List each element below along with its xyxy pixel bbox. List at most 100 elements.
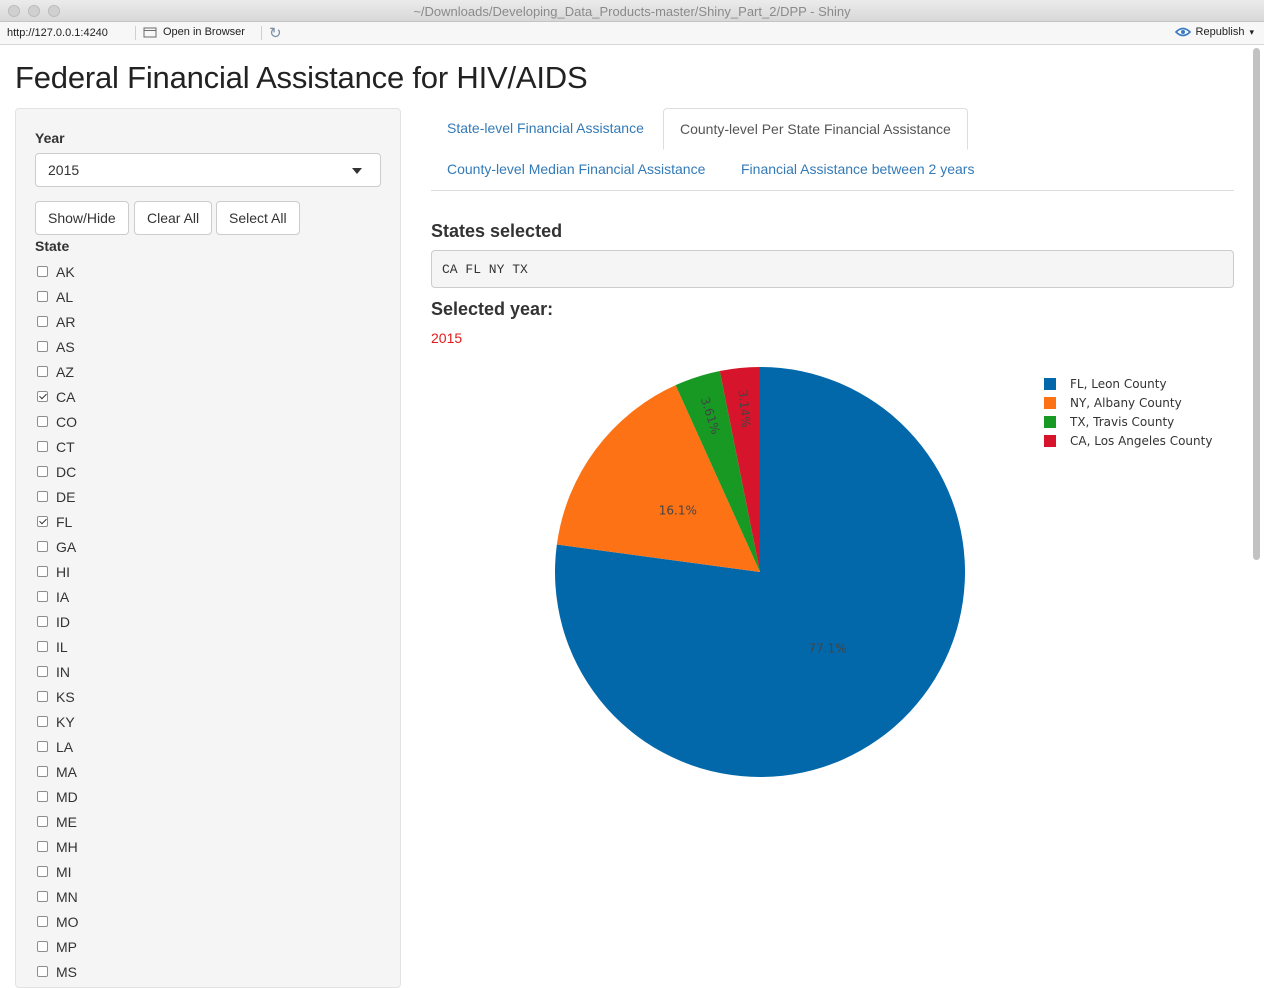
pie-slice-label: 77.1% (808, 642, 846, 656)
state-checkbox[interactable] (37, 516, 48, 527)
state-checkbox-label: FL (56, 513, 73, 530)
state-option-md[interactable]: MD (35, 784, 79, 809)
state-option-in[interactable]: IN (35, 659, 79, 684)
state-checkbox[interactable] (37, 891, 48, 902)
state-checkbox[interactable] (37, 466, 48, 477)
state-option-ky[interactable]: KY (35, 709, 79, 734)
state-option-ia[interactable]: IA (35, 584, 79, 609)
state-option-mn[interactable]: MN (35, 884, 79, 909)
vertical-scrollbar[interactable] (1251, 46, 1262, 972)
state-option-mo[interactable]: MO (35, 909, 79, 934)
selected-year-heading: Selected year: (431, 299, 554, 319)
tab-state-level[interactable]: State-level Financial Assistance (431, 108, 660, 149)
state-checkbox[interactable] (37, 766, 48, 777)
select-all-button[interactable]: Select All (216, 201, 300, 235)
state-label: State (35, 238, 70, 254)
state-checkbox[interactable] (37, 591, 48, 602)
refresh-icon[interactable]: ↻ (269, 24, 282, 42)
state-checkbox-label: AR (56, 313, 76, 330)
states-selected-output: CA FL NY TX (431, 250, 1234, 288)
tab-between-2-years[interactable]: Financial Assistance between 2 years (725, 149, 990, 190)
sidebar-panel: Year 2015 Show/Hide Clear All Select All… (15, 108, 401, 988)
legend-swatch (1044, 434, 1056, 447)
state-checkbox-group: AK AL AR AS AZ CA CO CT DC DE FL GA HI IA ID IL IN KS KY LA… (35, 259, 79, 984)
state-checkbox[interactable] (37, 666, 48, 677)
state-option-ma[interactable]: MA (35, 759, 79, 784)
state-checkbox[interactable] (37, 791, 48, 802)
legend-label: CA, Los Angeles County (1070, 433, 1213, 448)
state-checkbox[interactable] (37, 541, 48, 552)
show-hide-button[interactable]: Show/Hide (35, 201, 129, 235)
state-checkbox[interactable] (37, 266, 48, 277)
state-option-il[interactable]: IL (35, 634, 79, 659)
state-checkbox[interactable] (37, 291, 48, 302)
state-checkbox-label: MI (56, 863, 72, 880)
state-option-ak[interactable]: AK (35, 259, 79, 284)
states-selected-heading: States selected (431, 221, 563, 241)
url-display: http://127.0.0.1:4240 (7, 27, 108, 39)
state-checkbox-label: MN (56, 888, 78, 905)
state-checkbox[interactable] (37, 866, 48, 877)
state-checkbox[interactable] (37, 491, 48, 502)
state-checkbox[interactable] (37, 441, 48, 452)
open-in-browser-button[interactable]: Open in Browser (143, 26, 245, 38)
clear-all-button[interactable]: Clear All (134, 201, 213, 235)
state-checkbox[interactable] (37, 816, 48, 827)
legend-item[interactable]: NY, Albany County (1044, 393, 1212, 412)
state-option-mh[interactable]: MH (35, 834, 79, 859)
state-checkbox[interactable] (37, 916, 48, 927)
state-checkbox-label: MH (56, 838, 78, 855)
state-option-dc[interactable]: DC (35, 459, 79, 484)
state-checkbox-label: MD (56, 788, 78, 805)
state-checkbox[interactable] (37, 841, 48, 852)
state-checkbox-label: MP (56, 938, 77, 955)
state-option-al[interactable]: AL (35, 284, 79, 309)
state-checkbox-label: ME (56, 813, 77, 830)
year-select-value: 2015 (48, 162, 80, 178)
state-option-mp[interactable]: MP (35, 934, 79, 959)
legend-swatch (1044, 415, 1056, 428)
state-checkbox-label: DC (56, 463, 77, 480)
state-checkbox-label: GA (56, 538, 77, 555)
state-checkbox[interactable] (37, 316, 48, 327)
state-checkbox[interactable] (37, 566, 48, 577)
state-checkbox[interactable] (37, 616, 48, 627)
state-option-fl[interactable]: FL (35, 509, 79, 534)
state-checkbox[interactable] (37, 341, 48, 352)
republish-button[interactable]: Republish ▾ (1174, 26, 1254, 38)
legend-item[interactable]: CA, Los Angeles County (1044, 431, 1212, 450)
state-option-co[interactable]: CO (35, 409, 79, 434)
state-checkbox[interactable] (37, 391, 48, 402)
state-option-de[interactable]: DE (35, 484, 79, 509)
state-checkbox[interactable] (37, 716, 48, 727)
state-option-ct[interactable]: CT (35, 434, 79, 459)
legend-item[interactable]: FL, Leon County (1044, 374, 1212, 393)
state-checkbox[interactable] (37, 941, 48, 952)
state-option-hi[interactable]: HI (35, 559, 79, 584)
state-checkbox[interactable] (37, 741, 48, 752)
state-checkbox[interactable] (37, 366, 48, 377)
state-option-ga[interactable]: GA (35, 534, 79, 559)
state-checkbox-label: MA (56, 763, 77, 780)
legend-item[interactable]: TX, Travis County (1044, 412, 1212, 431)
state-option-as[interactable]: AS (35, 334, 79, 359)
state-option-id[interactable]: ID (35, 609, 79, 634)
state-option-me[interactable]: ME (35, 809, 79, 834)
pie-chart: 77.1%16.1%3.61% 3.14% (555, 367, 965, 777)
tab-county-level-per-state[interactable]: County-level Per State Financial Assista… (663, 108, 968, 150)
state-option-ar[interactable]: AR (35, 309, 79, 334)
toolbar-divider (261, 26, 262, 40)
state-option-mi[interactable]: MI (35, 859, 79, 884)
state-option-ca[interactable]: CA (35, 384, 79, 409)
state-checkbox-label: KY (56, 713, 75, 730)
chevron-down-icon[interactable]: ▾ (1249, 27, 1254, 38)
state-option-ks[interactable]: KS (35, 684, 79, 709)
state-checkbox[interactable] (37, 416, 48, 427)
state-checkbox[interactable] (37, 641, 48, 652)
state-checkbox[interactable] (37, 691, 48, 702)
scrollbar-thumb[interactable] (1253, 48, 1260, 560)
state-option-az[interactable]: AZ (35, 359, 79, 384)
tab-county-level-median[interactable]: County-level Median Financial Assistance (431, 149, 721, 190)
state-option-la[interactable]: LA (35, 734, 79, 759)
year-select[interactable]: 2015 (35, 153, 381, 187)
